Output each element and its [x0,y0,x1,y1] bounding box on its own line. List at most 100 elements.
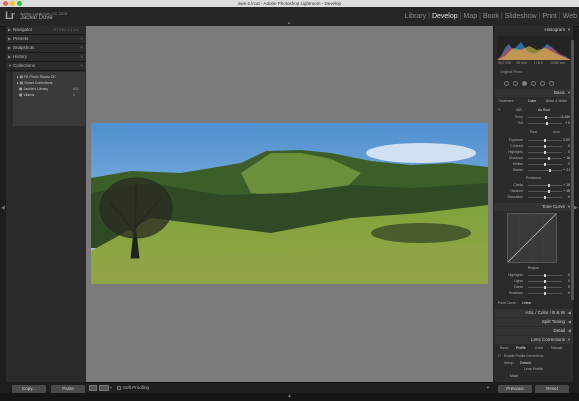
collapse-triangle-icon: ▶ [8,27,12,32]
slider-blacks[interactable]: Blacks + 21 [496,168,571,173]
slider-knob[interactable] [544,280,546,283]
tone-curve-header[interactable]: Tone Curve ▼ [494,203,573,211]
slider-knob[interactable] [548,190,551,193]
navigator-zoom-options[interactable]: FIT FILL 1:1 1:4 [53,26,78,34]
slider-knob[interactable] [548,157,551,160]
slider-knob[interactable] [544,145,546,148]
clear-history-icon[interactable]: × [80,53,83,61]
collapse-triangle-icon: ▶ [8,45,12,50]
snapshots-header[interactable]: ▶ Snapshots + [6,44,86,53]
histogram-shutter: 1/250 sec [550,61,566,65]
lens-tab-profile[interactable]: Profile [516,345,526,351]
slider-knob[interactable] [544,196,546,199]
slider-shadows[interactable]: Shadows + 18 [496,156,571,161]
slider-whites[interactable]: Whites 0 [496,162,571,167]
before-after-view-icon[interactable] [99,385,109,391]
slider-highlights[interactable]: Highlights 0 [496,273,571,278]
paste-button[interactable]: Paste [51,385,85,393]
navigator-header[interactable]: ▶ Navigator FIT FILL 1:1 1:4 [6,26,86,35]
history-header[interactable]: ▶ History × [6,53,86,62]
histogram-iso: ISO 200 [498,61,511,65]
collections-header[interactable]: ▼ Collections + [6,62,86,71]
slider-darks[interactable]: Darks 0 [496,285,571,290]
histogram-header[interactable]: Histogram ▼ [494,26,573,34]
point-curve-select[interactable]: Linear [522,300,531,306]
slider-knob[interactable] [544,163,546,166]
graduated-filter-icon[interactable] [531,81,536,86]
lens-tab-color[interactable]: Color [535,345,543,351]
slider-contrast[interactable]: Contrast 0 [496,144,571,149]
list-item[interactable]: ▦ Jackie's Library 911 [17,87,79,91]
slider-highlights[interactable]: Highlights 0 [496,150,571,155]
slider-knob[interactable] [544,292,546,295]
module-develop[interactable]: Develop [432,13,458,20]
slider-vibrance[interactable]: Vibrance + 18 [496,189,571,194]
left-panel-toggle-icon[interactable]: ◀ [1,205,5,211]
slider-knob[interactable] [548,169,551,172]
soft-proofing-checkbox[interactable] [117,386,121,390]
list-item[interactable]: ▸ ▤ Smart Collections [17,81,52,85]
slider-knob[interactable] [544,286,546,289]
top-panel-toggle-icon[interactable]: ▲ [287,20,291,25]
lens-corrections-header[interactable]: Lens Corrections ▼ [494,336,573,344]
setup-select[interactable]: Default [520,360,531,366]
reset-button[interactable]: Reset [535,385,569,393]
toolbar-options-chevron-icon[interactable]: ▾ [487,385,489,391]
identity-plate: Adobe Lightroom CC 2015 Jackie Dove [20,11,67,21]
presence-subheader: Presence [525,176,542,180]
tint-slider[interactable]: Tint + 5 [496,121,571,126]
module-library[interactable]: Library [405,13,426,20]
filmstrip-toggle-icon[interactable]: ▲ [287,393,292,399]
auto-tone-button[interactable]: Auto [553,130,560,134]
right-panel: Histogram ▼ ISO 200 35 mm f / 8.0 1/250 s… [494,26,573,393]
module-map[interactable]: Map [463,13,477,20]
slider-knob[interactable] [544,151,546,154]
slider-knob[interactable] [544,274,546,277]
radial-filter-icon[interactable] [540,81,545,86]
presets-header[interactable]: ▶ Presets + [6,35,86,44]
wb-select[interactable]: As Shot [538,107,550,113]
red-eye-tool-icon[interactable] [522,81,527,86]
loupe-view-icon[interactable] [89,385,97,391]
lens-tab-basic[interactable]: Basic [500,345,508,351]
enable-profile-row[interactable]: ☐ Enable Profile Corrections [496,353,571,359]
copy-button[interactable]: Copy... [12,385,46,393]
lens-tab-manual[interactable]: Manual [551,345,562,351]
hsl-header[interactable]: HSL / Color / B & W ◀ [494,309,573,317]
add-collection-icon[interactable]: + [80,62,83,70]
adjustment-brush-icon[interactable] [549,81,554,86]
slider-lights[interactable]: Lights 0 [496,279,571,284]
previous-button[interactable]: Previous [498,385,532,393]
temp-slider[interactable]: Temp 5,450 [496,115,571,120]
right-panel-toggle-icon[interactable]: ▶ [574,205,578,211]
slider-knob[interactable] [548,184,551,187]
slider-clarity[interactable]: Clarity + 18 [496,183,571,188]
add-preset-icon[interactable]: + [80,35,83,43]
add-snapshot-icon[interactable]: + [80,44,83,52]
treatment-color[interactable]: Color [528,98,536,104]
right-panel-scrollbar[interactable] [571,40,574,300]
slider-exposure[interactable]: Exposure 0.00 [496,138,571,143]
treatment-bw[interactable]: Black & White [546,98,567,104]
detail-header[interactable]: Detail ◀ [494,327,573,335]
view-options-chevron-icon[interactable]: ▾ [110,385,112,390]
spot-removal-tool-icon[interactable] [513,81,518,86]
slider-saturation[interactable]: Saturation 0 [496,195,571,200]
crop-tool-icon[interactable] [504,81,509,86]
module-web[interactable]: Web [563,13,577,20]
module-book[interactable]: Book [483,13,499,20]
eyedropper-icon[interactable]: ✎ [498,107,501,113]
module-print[interactable]: Print [542,13,556,20]
basic-header[interactable]: Basic ▼ [494,89,573,97]
tone-curve-graph[interactable] [507,213,557,263]
module-slideshow[interactable]: Slideshow [505,13,537,20]
bottom-toolbar: ▾ Soft Proofing ▾ [86,382,493,393]
list-item[interactable]: ▦ Videos 1 [17,93,75,97]
split-toning-header[interactable]: Split Toning ◀ [494,318,573,326]
slider-shadows[interactable]: Shadows 0 [496,291,571,296]
slider-knob[interactable] [544,139,546,142]
list-item[interactable]: ▸ ▤ Fit Photo Studio CK [17,75,56,79]
lightroom-logo: Lr [5,10,15,22]
enable-profile-checkbox-icon[interactable]: ☐ [498,353,501,359]
image-canvas [86,26,493,382]
